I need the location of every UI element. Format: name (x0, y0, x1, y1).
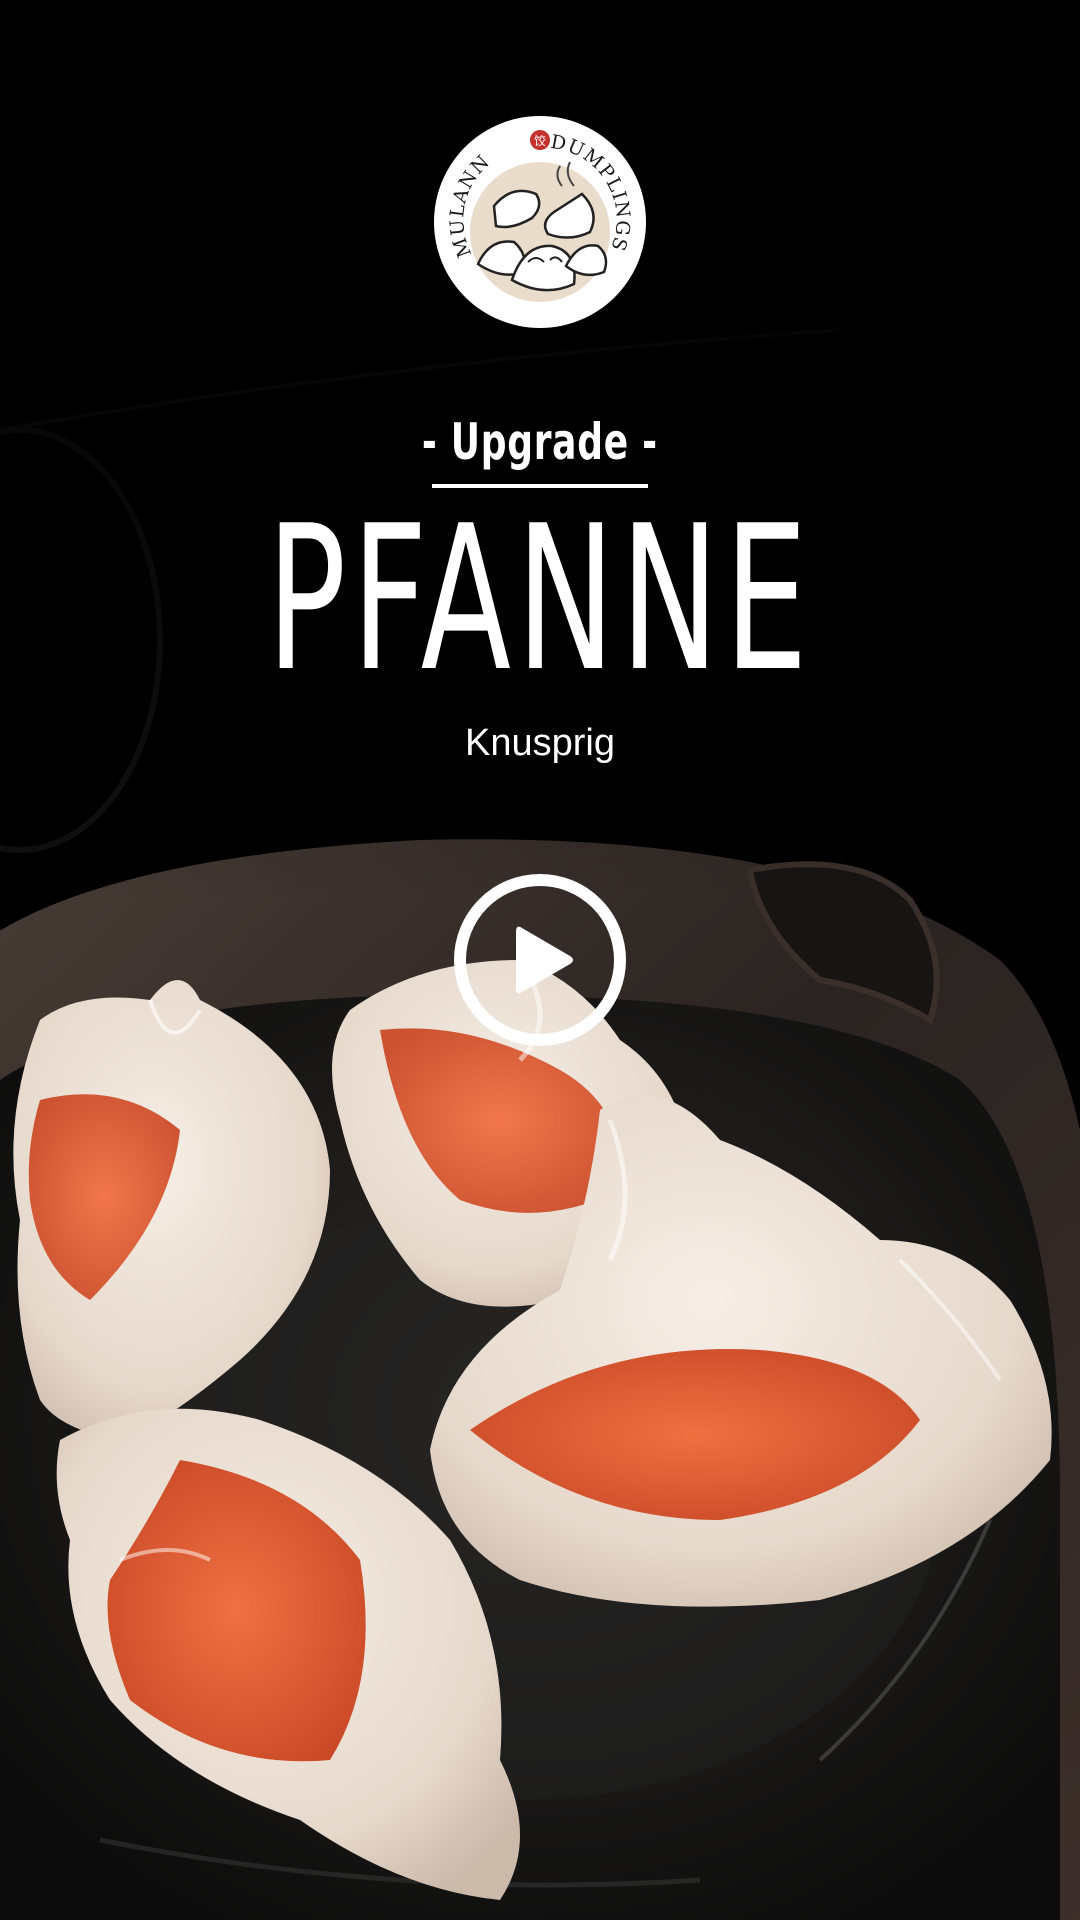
subtitle: Knusprig (465, 722, 615, 764)
logo-seal-glyph: 饺 (534, 133, 546, 148)
brand-logo: MULANN DUMPLINGS 饺 (434, 116, 646, 328)
page-title: PFANNE (0, 500, 1080, 700)
play-button[interactable] (452, 872, 628, 1048)
page-title-text: PFANNE (266, 483, 814, 716)
kicker: - Upgrade - (0, 412, 1080, 472)
video-screen: MULANN DUMPLINGS 饺 - Upgrade - PFANNE Kn… (0, 0, 1080, 1920)
kicker-text: - Upgrade - (422, 413, 658, 471)
play-icon (516, 926, 573, 994)
